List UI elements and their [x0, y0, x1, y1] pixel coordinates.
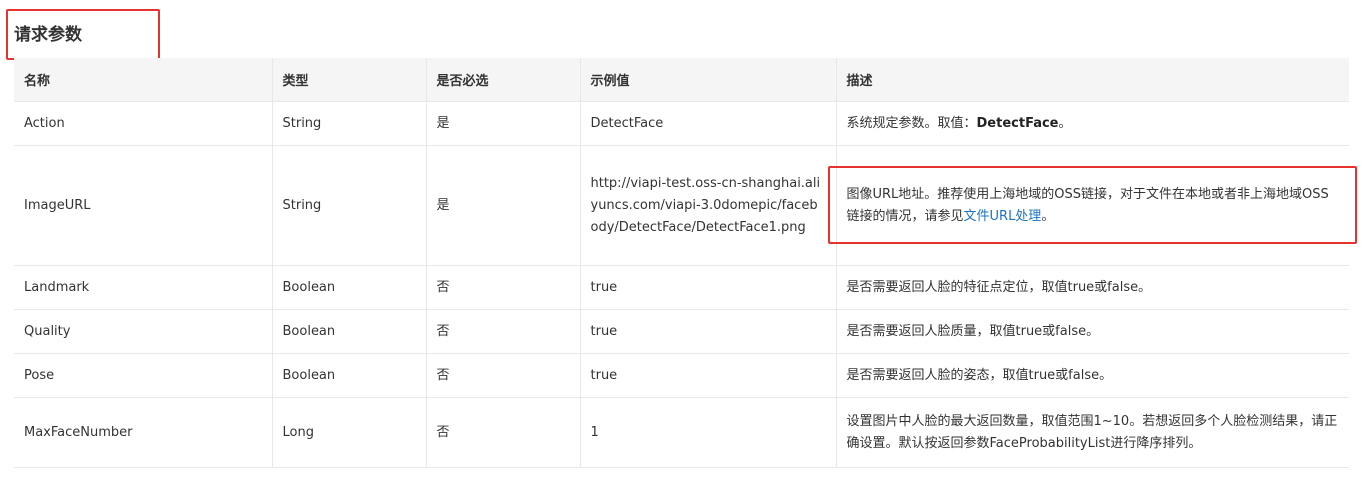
param-description: 是否需要返回人脸的姿态，取值true或false。 [836, 353, 1349, 398]
table-row: Quality Boolean 否 true 是否需要返回人脸质量，取值true… [14, 309, 1349, 354]
table-row: Pose Boolean 否 true 是否需要返回人脸的姿态，取值true或f… [14, 353, 1349, 398]
param-example: 1 [580, 397, 837, 468]
param-description: 系统规定参数。取值：DetectFace。 [836, 101, 1349, 146]
request-params-table: 名称 类型 是否必选 示例值 描述 Action String 是 Detect… [14, 58, 1349, 468]
param-name: ImageURL [14, 145, 273, 266]
param-example: http://viapi-test.oss-cn-shanghai.aliyun… [580, 145, 837, 266]
column-header-name: 名称 [14, 58, 273, 102]
column-header-required: 是否必选 [426, 58, 581, 102]
param-type: Boolean [272, 353, 427, 398]
desc-strong-value: DetectFace [976, 115, 1059, 131]
table-header-row: 名称 类型 是否必选 示例值 描述 [14, 58, 1349, 102]
param-required: 是 [426, 145, 581, 266]
param-required: 否 [426, 397, 581, 468]
table-row: ImageURL String 是 http://viapi-test.oss-… [14, 145, 1349, 266]
file-url-doc-link[interactable]: 文件URL处理 [964, 209, 1042, 224]
section-title: 请求参数 [14, 25, 82, 45]
table-row: Landmark Boolean 否 true 是否需要返回人脸的特征点定位，取… [14, 265, 1349, 310]
param-required: 是 [426, 101, 581, 146]
desc-text: 系统规定参数。取值： [846, 115, 977, 131]
param-example: true [580, 309, 837, 354]
param-example: true [580, 353, 837, 398]
param-name: MaxFaceNumber [14, 397, 273, 468]
param-description: 是否需要返回人脸的特征点定位，取值true或false。 [836, 265, 1349, 310]
table-row: MaxFaceNumber Long 否 1 设置图片中人脸的最大返回数量，取值… [14, 397, 1349, 468]
param-description: 是否需要返回人脸质量，取值true或false。 [836, 309, 1349, 354]
desc-suffix: 。 [1058, 115, 1072, 131]
column-header-example: 示例值 [580, 58, 837, 102]
param-name: Landmark [14, 265, 273, 310]
param-name: Quality [14, 309, 273, 354]
param-example: true [580, 265, 837, 310]
param-name: Action [14, 101, 273, 146]
param-example: DetectFace [580, 101, 837, 146]
param-type: Boolean [272, 265, 427, 310]
table-row: Action String 是 DetectFace 系统规定参数。取值：Det… [14, 101, 1349, 146]
param-name: Pose [14, 353, 273, 398]
param-type: String [272, 145, 427, 266]
param-type: Boolean [272, 309, 427, 354]
column-header-type: 类型 [272, 58, 427, 102]
param-description: 图像URL地址。推荐使用上海地域的OSS链接，对于文件在本地或者非上海地域OSS… [836, 145, 1349, 266]
param-required: 否 [426, 309, 581, 354]
param-description: 设置图片中人脸的最大返回数量，取值范围1~10。若想返回多个人脸检测结果，请正确… [836, 397, 1349, 468]
param-required: 否 [426, 353, 581, 398]
param-required: 否 [426, 265, 581, 310]
column-header-description: 描述 [836, 58, 1349, 102]
param-type: String [272, 101, 427, 146]
desc-suffix: 。 [1041, 208, 1055, 224]
param-type: Long [272, 397, 427, 468]
desc-text: 图像URL地址。推荐使用上海地域的OSS链接，对于文件在本地或者非上海地域OSS… [846, 186, 1329, 224]
